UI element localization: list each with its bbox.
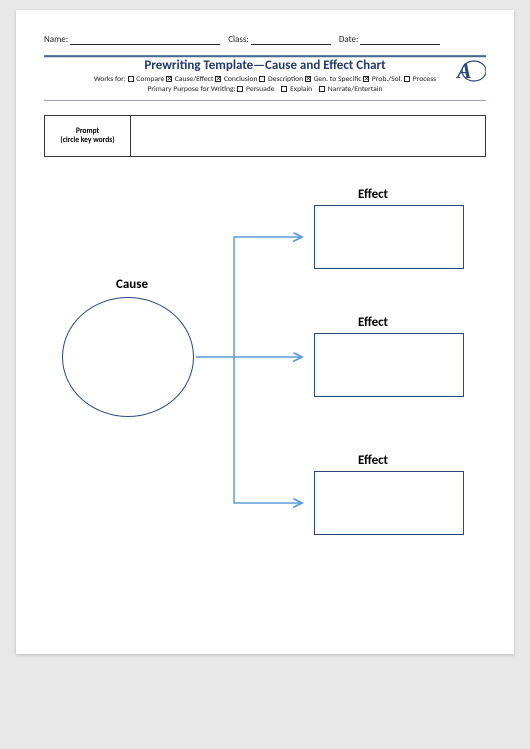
prompt-header-cell: Prompt (circle key words) — [45, 116, 131, 156]
checkbox-compare[interactable]: Compare — [128, 75, 165, 84]
prompt-subtitle: (circle key words) — [60, 136, 114, 145]
page-title: Prewriting Template—Cause and Effect Cha… — [144, 58, 385, 73]
checkbox-gen-specific[interactable]: Gen. to Specific — [305, 75, 362, 84]
name-field: Name: — [44, 34, 220, 45]
cause-effect-diagram: Cause Effect Effect Effect — [44, 187, 486, 567]
checkbox-narrate[interactable]: Narrate/Entertain — [319, 85, 382, 94]
horizontal-rule — [44, 55, 486, 57]
checkbox-prob-sol[interactable]: Prob./Sol. — [363, 75, 402, 84]
purpose-prefix: Primary Purpose for Writing: — [147, 85, 235, 94]
works-for-row: Works for: Compare Cause/Effect Conclusi… — [44, 75, 486, 96]
worksheet-page: Name: Class: Date: Prewriting Template—C… — [16, 10, 514, 654]
checkbox-explain[interactable]: Explain — [281, 85, 312, 94]
arrow-top — [234, 237, 302, 357]
works-for-prefix: Works for: — [94, 75, 126, 84]
arrow-bottom — [234, 357, 302, 503]
date-input-line[interactable] — [360, 35, 440, 45]
horizontal-rule-thin — [44, 100, 486, 101]
date-field: Date: — [339, 34, 441, 45]
class-input-line[interactable] — [251, 35, 331, 45]
prompt-title: Prompt — [76, 127, 99, 136]
class-label: Class: — [228, 34, 249, 45]
title-row: Prewriting Template—Cause and Effect Cha… — [44, 58, 486, 73]
date-label: Date: — [339, 34, 359, 45]
prompt-box: Prompt (circle key words) — [44, 115, 486, 157]
prompt-input-area[interactable] — [131, 116, 485, 156]
svg-text:A: A — [455, 58, 472, 83]
checkbox-persuade[interactable]: Persuade — [237, 85, 274, 94]
school-logo: A — [450, 56, 486, 84]
name-label: Name: — [44, 34, 68, 45]
checkbox-process[interactable]: Process — [404, 75, 436, 84]
header-fields: Name: Class: Date: — [44, 34, 486, 45]
checkbox-description[interactable]: Description — [259, 75, 303, 84]
arrows — [44, 187, 486, 567]
class-field: Class: — [228, 34, 331, 45]
checkbox-cause-effect[interactable]: Cause/Effect — [166, 75, 213, 84]
name-input-line[interactable] — [70, 35, 220, 45]
checkbox-conclusion[interactable]: Conclusion — [215, 75, 257, 84]
